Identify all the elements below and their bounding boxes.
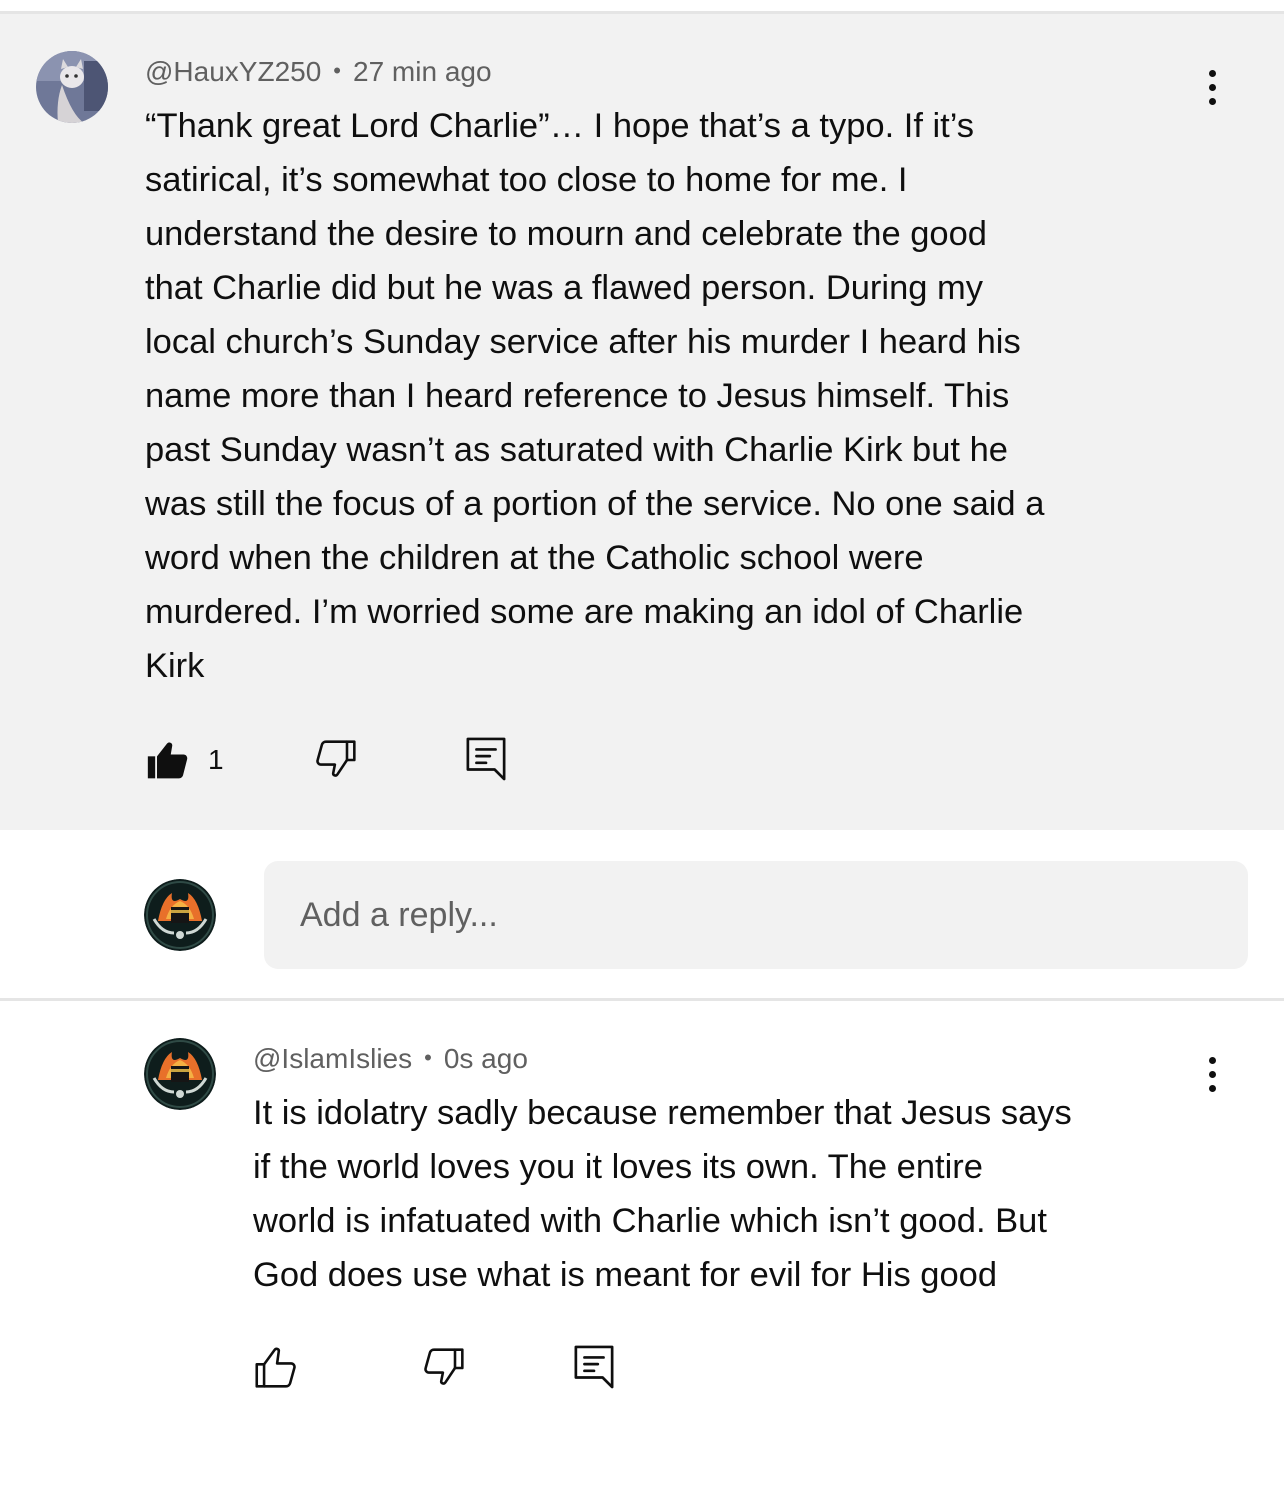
thumbs-up-filled-icon <box>147 742 188 779</box>
reply-meta: @IslamIslies • 0s ago <box>253 1043 528 1075</box>
comment-timestamp: 27 min ago <box>353 56 492 87</box>
commenter-avatar[interactable] <box>36 51 108 123</box>
reply-author-handle[interactable]: @IslamIslies <box>253 1043 412 1074</box>
reply-comment-icon <box>574 1345 614 1389</box>
reply-timestamp: 0s ago <box>443 1043 528 1074</box>
reply-comment-icon <box>466 737 506 781</box>
thumbs-down-outline-icon <box>424 1348 464 1385</box>
meta-separator: • <box>333 58 341 83</box>
like-count: 1 <box>208 744 224 775</box>
comment-text: “Thank great Lord Charlie”… I hope that’… <box>145 107 1045 685</box>
my-avatar[interactable] <box>144 879 216 951</box>
reply-button[interactable] <box>465 736 507 782</box>
add-reply-input[interactable] <box>264 861 1248 969</box>
reply-reply-button[interactable] <box>573 1344 615 1390</box>
comment-author-handle[interactable]: @HauxYZ250 <box>145 56 321 87</box>
thumbs-down-outline-icon <box>316 740 356 777</box>
reply-text: It is idolatry sadly because remember th… <box>253 1094 1072 1294</box>
like-button[interactable]: 1 <box>146 738 224 782</box>
meta-separator: • <box>424 1045 432 1070</box>
reply-like-button[interactable] <box>254 1346 298 1390</box>
replier-avatar[interactable] <box>144 1038 216 1110</box>
comment-meta: @HauxYZ250 • 27 min ago <box>145 56 492 88</box>
dislike-button[interactable] <box>314 738 358 782</box>
reply-section-divider <box>0 998 1284 1001</box>
reply-dislike-button[interactable] <box>422 1346 466 1390</box>
thumbs-up-outline-icon <box>255 1347 296 1388</box>
